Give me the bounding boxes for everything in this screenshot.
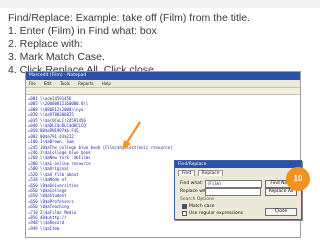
instruction-step-2: 2. Replace with: [8, 38, 83, 50]
menu-edit[interactable]: Edit [44, 81, 52, 86]
match-case-checkbox[interactable] [182, 204, 187, 209]
instruction-step-3: 3. Mark Match Case. [8, 51, 105, 63]
regex-checkbox[interactable] [182, 211, 187, 216]
dialog-tabs: Find Replace [178, 170, 224, 176]
editor-toolbar [26, 88, 300, 95]
editor-menubar: File Edit Tools Reports Help [26, 80, 300, 88]
menu-file[interactable]: File [29, 81, 36, 86]
pointer-arrow-icon [122, 121, 141, 150]
menu-reports[interactable]: Reports [78, 81, 93, 86]
dialog-title: Find/Replace [175, 161, 301, 168]
find-what-input[interactable]: (Film) [205, 180, 262, 188]
replace-with-input[interactable] [205, 188, 261, 196]
instruction-title: Find/Replace: Example: take off (Film) f… [8, 12, 250, 24]
search-options-label: Search Options [180, 197, 215, 202]
find-what-label: Find what: [180, 181, 204, 186]
editor-titlebar: Marcedit (Film) - Notepad [26, 72, 300, 80]
regex-label: Use regular expressions [189, 211, 243, 216]
match-case-label: Match case [189, 204, 215, 209]
instructions-block: Find/Replace: Example: take off (Film) f… [8, 12, 312, 77]
match-case-option[interactable]: Match case [182, 204, 215, 209]
instruction-step-1: 1. Enter (Film) in Find what: box [8, 25, 157, 37]
page-number-badge: 10 [286, 167, 310, 191]
marc-line: =949 \\$aItem [28, 225, 60, 231]
menu-help[interactable]: Help [102, 81, 111, 86]
regex-option[interactable]: Use regular expressions [182, 211, 243, 216]
tab-find[interactable]: Find [178, 170, 196, 176]
menu-tools[interactable]: Tools [60, 81, 70, 86]
top-band [0, 0, 320, 8]
close-button[interactable]: Close [265, 208, 297, 216]
find-replace-dialog: Find/Replace Find Replace Find what: (Fi… [174, 160, 302, 220]
tab-replace[interactable]: Replace [197, 170, 224, 176]
